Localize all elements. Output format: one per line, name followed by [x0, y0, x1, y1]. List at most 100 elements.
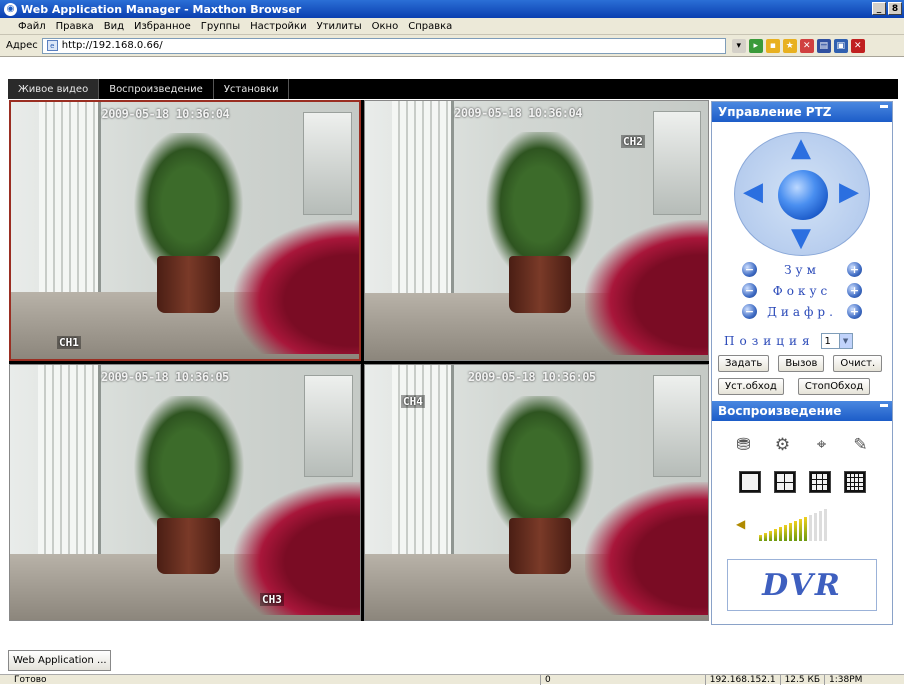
menu-help[interactable]: Справка — [408, 21, 452, 32]
volume-bar[interactable] — [819, 511, 823, 541]
speaker-icon[interactable]: ◀ — [736, 517, 745, 531]
address-label: Адрес — [6, 40, 38, 51]
control-panel: Управление PTZ ▲ ◀ ▶ ▼ − Зум + − Фокус +… — [711, 101, 893, 625]
window-titlebar: ◉ Web Application Manager - Maxthon Brow… — [0, 0, 904, 18]
close-tab-icon[interactable]: ✕ — [799, 38, 814, 53]
volume-bar[interactable] — [774, 529, 778, 541]
record-icon[interactable]: ⛃ — [732, 433, 756, 457]
layout-1x1-icon[interactable] — [738, 471, 761, 493]
zoom-in-button[interactable]: + — [847, 262, 862, 277]
focus-plus-button[interactable]: + — [847, 283, 862, 298]
ptz-direction-pad: ▲ ◀ ▶ ▼ — [734, 132, 870, 256]
position-row: Позиция 1 ▼ — [724, 333, 892, 349]
tab-live-video[interactable]: Живое видео — [8, 79, 100, 99]
layout-3x3-icon[interactable] — [808, 471, 831, 493]
call-preset-button[interactable]: Вызов — [778, 355, 825, 372]
zoom-row: − Зум + — [712, 262, 892, 277]
folder-icon[interactable]: ▪ — [765, 38, 780, 53]
camera-timestamp: 2009-05-18 10:36:04 — [454, 106, 582, 121]
camera-grid: 2009-05-18 10:36:04 CH1 2009-05-18 10:36… — [9, 100, 709, 621]
set-tour-button[interactable]: Уст.обход — [718, 378, 784, 395]
volume-bar[interactable] — [794, 521, 798, 541]
position-select[interactable]: 1 ▼ — [820, 333, 853, 349]
volume-bar[interactable] — [804, 517, 808, 541]
menu-view[interactable]: Вид — [104, 21, 124, 32]
menu-groups[interactable]: Группы — [201, 21, 240, 32]
playback-panel-header: Воспроизведение — [712, 401, 892, 421]
clear-preset-button[interactable]: Очист. — [833, 355, 883, 372]
menu-favorites[interactable]: Избранное — [134, 21, 191, 32]
dropdown-icon[interactable]: ▾ — [731, 38, 746, 53]
camera-icon[interactable]: ⌖ — [810, 433, 834, 457]
browser-logo-icon: ◉ — [4, 2, 17, 16]
volume-bar[interactable] — [784, 525, 788, 541]
volume-bar[interactable] — [769, 531, 773, 541]
arrow-right-icon[interactable]: ▶ — [839, 179, 859, 205]
minimize-button[interactable]: _ — [872, 2, 886, 15]
volume-bar[interactable] — [789, 523, 793, 541]
status-text: Готово — [14, 674, 47, 685]
dvr-logo: DVR — [727, 559, 877, 611]
focus-minus-button[interactable]: − — [742, 283, 757, 298]
audio-icon[interactable]: ✎ — [849, 433, 873, 457]
menu-settings[interactable]: Настройки — [250, 21, 306, 32]
window-controls: _ 8 — [872, 2, 902, 15]
zoom-label: Зум — [784, 262, 820, 277]
volume-bar[interactable] — [809, 515, 813, 541]
camera-timestamp: 2009-05-18 10:36:05 — [101, 370, 229, 385]
camera-timestamp: 2009-05-18 10:36:05 — [467, 370, 596, 385]
favorites-icon[interactable]: ★ — [782, 38, 797, 53]
snapshot-icon[interactable]: ⚙ — [771, 433, 795, 457]
position-value: 1 — [824, 335, 831, 347]
status-time: 1:38PM — [824, 674, 866, 685]
camera-view-ch4[interactable]: 2009-05-18 10:36:05 CH4 — [364, 364, 709, 621]
volume-bar[interactable] — [814, 513, 818, 541]
volume-control[interactable]: ◀ — [736, 507, 892, 541]
window-list-icon[interactable]: ▤ — [816, 38, 831, 53]
playback-title: Воспроизведение — [718, 404, 842, 418]
collapse-icon[interactable] — [880, 404, 888, 407]
camera-view-ch1[interactable]: 2009-05-18 10:36:04 CH1 — [9, 100, 361, 361]
taskbar-app-button[interactable]: Web Application ... — [8, 650, 111, 671]
volume-bar[interactable] — [824, 509, 828, 541]
focus-row: − Фокус + — [712, 283, 892, 298]
stop-icon[interactable]: ✕ — [850, 38, 865, 53]
stop-tour-button[interactable]: СтопОбход — [797, 378, 871, 395]
channel-label: CH4 — [401, 395, 425, 408]
camera-view-ch3[interactable]: 2009-05-18 10:36:05 CH3 — [9, 364, 361, 621]
address-input[interactable]: e http://192.168.0.66/ — [41, 37, 726, 54]
layout-2x2-icon[interactable] — [773, 471, 796, 493]
window-title: Web Application Manager - Maxthon Browse… — [21, 2, 302, 16]
menu-window[interactable]: Окно — [372, 21, 399, 32]
menu-file[interactable]: Файл — [18, 21, 46, 32]
zoom-out-button[interactable]: − — [742, 262, 757, 277]
volume-bar[interactable] — [799, 519, 803, 541]
layout-4x4-icon[interactable] — [843, 471, 866, 493]
volume-bars[interactable] — [759, 507, 828, 541]
iris-plus-button[interactable]: + — [847, 304, 862, 319]
chevron-down-icon[interactable]: ▼ — [838, 334, 852, 348]
save-icon[interactable]: ▣ — [833, 38, 848, 53]
preset-buttons: Задать Вызов Очист. — [718, 355, 892, 372]
arrow-left-icon[interactable]: ◀ — [743, 179, 763, 205]
volume-bar[interactable] — [764, 533, 768, 541]
camera-view-ch2[interactable]: 2009-05-18 10:36:04 CH2 — [364, 100, 709, 361]
layout-selector — [732, 471, 872, 493]
tab-playback[interactable]: Воспроизведение — [99, 79, 214, 99]
collapse-icon[interactable] — [880, 105, 888, 108]
volume-bar[interactable] — [759, 535, 763, 541]
ptz-center-button[interactable] — [778, 170, 828, 220]
iris-minus-button[interactable]: − — [742, 304, 757, 319]
menu-edit[interactable]: Правка — [56, 21, 94, 32]
arrow-up-icon[interactable]: ▲ — [791, 135, 811, 161]
address-bar: Адрес e http://192.168.0.66/ ▾ ▸ ▪ ★ ✕ ▤… — [0, 35, 904, 57]
position-label: Позиция — [724, 334, 815, 348]
menu-tools[interactable]: Утилиты — [317, 21, 362, 32]
tab-settings[interactable]: Установки — [214, 79, 290, 99]
camera-timestamp: 2009-05-18 10:36:04 — [101, 107, 230, 122]
set-preset-button[interactable]: Задать — [718, 355, 770, 372]
arrow-down-icon[interactable]: ▼ — [791, 225, 811, 251]
go-icon[interactable]: ▸ — [748, 38, 763, 53]
maximize-button[interactable]: 8 — [888, 2, 902, 15]
volume-bar[interactable] — [779, 527, 783, 541]
